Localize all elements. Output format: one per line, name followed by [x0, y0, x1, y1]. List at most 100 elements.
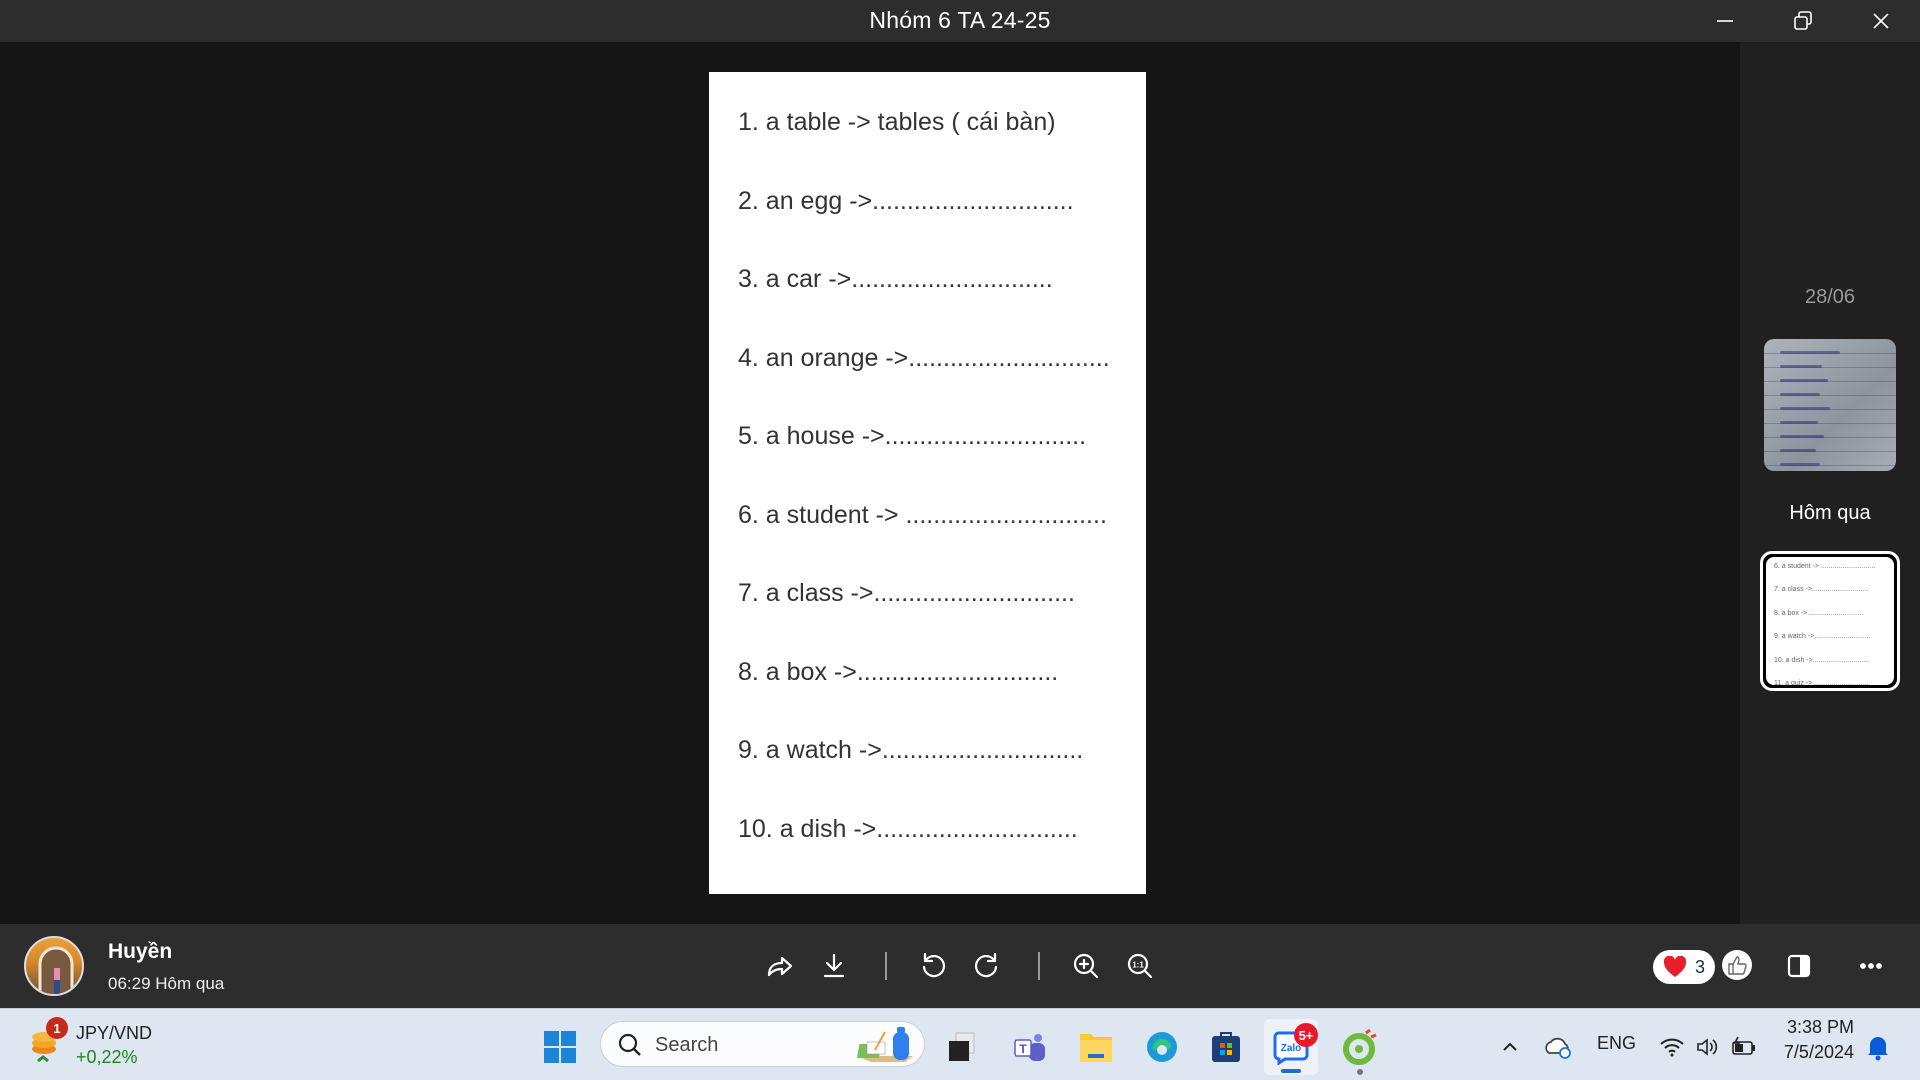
like-button[interactable] — [1722, 950, 1752, 980]
rotate-right-icon — [974, 952, 998, 978]
exercise-line: 10. a dish ->...........................… — [738, 815, 1078, 843]
exercise-line: 3. a car ->............................. — [738, 265, 1053, 293]
search-icon — [618, 1033, 641, 1056]
widget-title: JPY/VND — [76, 1023, 153, 1043]
coccoc-icon — [1343, 1029, 1377, 1065]
thumbnail-line: 8. a box ->............................. — [1774, 610, 1864, 617]
viewer-toolbar: Huyền 06:29 Hôm qua 1:1 3 — [0, 924, 1920, 1008]
store-icon — [1212, 1032, 1240, 1062]
more-icon — [1860, 963, 1882, 969]
minimize-button[interactable] — [1686, 0, 1764, 42]
coccoc-button[interactable] — [1340, 1027, 1380, 1075]
zoom-in-button[interactable] — [1064, 944, 1108, 988]
more-options-button[interactable] — [1849, 944, 1893, 988]
zalo-badge: 5+ — [1294, 1023, 1318, 1047]
thumbnail-line: 9. a watch ->...........................… — [1774, 633, 1871, 640]
svg-text:1:1: 1:1 — [1132, 961, 1144, 970]
chevron-up-icon — [1503, 1042, 1517, 1051]
close-icon — [1873, 13, 1889, 29]
wifi-status[interactable] — [1652, 1027, 1692, 1067]
exercise-line: 1. a table -> tables ( cái bàn) — [738, 108, 1056, 136]
show-hidden-icons-button[interactable] — [1490, 1027, 1530, 1067]
exercise-line: 2. an egg ->............................… — [738, 187, 1074, 215]
widget-currency[interactable]: 1 JPY/VND +0,22% — [24, 1017, 164, 1073]
zoom-in-icon — [1073, 953, 1099, 979]
avatar-photo — [38, 946, 74, 994]
zalo-button[interactable]: Zalo 5+ — [1264, 1019, 1318, 1075]
file-explorer-button[interactable] — [1076, 1027, 1116, 1067]
thumbnail-line: 7. a class ->...........................… — [1774, 586, 1869, 593]
battery-status[interactable] — [1724, 1027, 1764, 1067]
clock-time: 3:38 PM — [1786, 1017, 1854, 1037]
thumbnail-line: 11. a quiz ->...........................… — [1774, 680, 1869, 685]
input-language[interactable]: ENG — [1597, 1033, 1636, 1054]
date-group-label: 28/06 — [1804, 286, 1856, 308]
share-button[interactable] — [758, 944, 802, 988]
microsoft-store-button[interactable] — [1206, 1027, 1246, 1067]
panel-toggle-icon — [1787, 954, 1811, 978]
sender-avatar[interactable] — [24, 936, 84, 996]
edge-icon — [1147, 1032, 1177, 1062]
thumbs-up-icon — [1728, 956, 1747, 975]
restore-icon — [1794, 11, 1812, 30]
date-group-label: Hôm qua — [1789, 502, 1871, 524]
widget-change: +0,22% — [76, 1047, 138, 1067]
actual-size-button[interactable]: 1:1 — [1118, 944, 1162, 988]
search-highlight-icon — [857, 1027, 913, 1062]
edge-button[interactable] — [1142, 1027, 1182, 1067]
teams-icon: T — [1014, 1034, 1045, 1061]
image-viewer: 1. a table -> tables ( cái bàn) 2. an eg… — [0, 42, 1740, 924]
widget-badge: 1 — [46, 1017, 68, 1039]
bell-icon — [1868, 1037, 1888, 1061]
exercise-image[interactable]: 1. a table -> tables ( cái bàn) 2. an eg… — [709, 72, 1146, 894]
close-button[interactable] — [1842, 0, 1920, 42]
notifications-button[interactable] — [1858, 1027, 1898, 1067]
folder-icon — [1080, 1034, 1112, 1062]
windows-logo-icon — [544, 1031, 576, 1063]
reaction-count: 3 — [1695, 956, 1706, 977]
sender-name: Huyền — [108, 940, 173, 963]
thumbnail-line: 6. a student -> ........................… — [1774, 563, 1876, 570]
reaction-summary[interactable]: 3 — [1653, 950, 1715, 984]
rotate-left-button[interactable] — [911, 944, 955, 988]
share-icon — [767, 956, 793, 977]
thumbnail-line: 10. a dish ->...........................… — [1774, 657, 1870, 664]
battery-charging-icon — [1732, 1036, 1755, 1055]
onedrive-sync-icon — [1545, 1037, 1571, 1059]
media-sidebar: 28/06 Hôm qua 6. a student -> ..........… — [1740, 42, 1920, 924]
exercise-line: 5. a house ->...........................… — [738, 422, 1087, 450]
sent-time: 06:29 Hôm qua — [108, 974, 225, 993]
clock-date: 7/5/2024 — [1783, 1042, 1854, 1062]
download-icon — [823, 953, 845, 978]
restore-button[interactable] — [1764, 0, 1842, 42]
download-button[interactable] — [812, 944, 856, 988]
exercise-line: 9. a watch ->...........................… — [738, 736, 1084, 764]
toggle-sidebar-button[interactable] — [1777, 944, 1821, 988]
actual-size-icon: 1:1 — [1127, 953, 1153, 979]
task-view-button[interactable] — [942, 1027, 982, 1067]
clock[interactable]: 3:38 PM 7/5/2024 — [1770, 1017, 1854, 1063]
thumbnail-exercise-selected[interactable]: 6. a student -> ........................… — [1760, 551, 1900, 691]
window-title: Nhóm 6 TA 24-25 — [869, 7, 1051, 33]
minimize-icon — [1717, 20, 1733, 22]
rotate-right-button[interactable] — [965, 944, 1009, 988]
taskbar-search[interactable]: Search — [600, 1021, 925, 1067]
onedrive-button[interactable] — [1538, 1027, 1578, 1067]
exercise-line: 4. an orange ->.........................… — [738, 344, 1110, 372]
start-button[interactable] — [540, 1027, 580, 1067]
thumbnail-notebook[interactable] — [1764, 339, 1896, 471]
volume-status[interactable] — [1688, 1027, 1728, 1067]
rotate-left-icon — [922, 952, 946, 978]
title-bar: Nhóm 6 TA 24-25 — [0, 0, 1920, 42]
speaker-icon — [1697, 1038, 1718, 1056]
task-view-icon — [949, 1032, 975, 1061]
taskbar: 1 JPY/VND +0,22% Search T Zalo 5+ ENG 3:… — [0, 1008, 1920, 1080]
toolbar-divider — [1038, 952, 1040, 980]
active-app-indicator — [1281, 1069, 1301, 1073]
exercise-line: 6. a student -> ........................… — [738, 501, 1107, 529]
exercise-line: 8. a box ->............................. — [738, 658, 1059, 686]
toolbar-divider — [885, 952, 887, 980]
teams-button[interactable]: T — [1010, 1027, 1050, 1067]
search-placeholder: Search — [655, 1034, 719, 1056]
heart-icon — [1663, 956, 1687, 977]
